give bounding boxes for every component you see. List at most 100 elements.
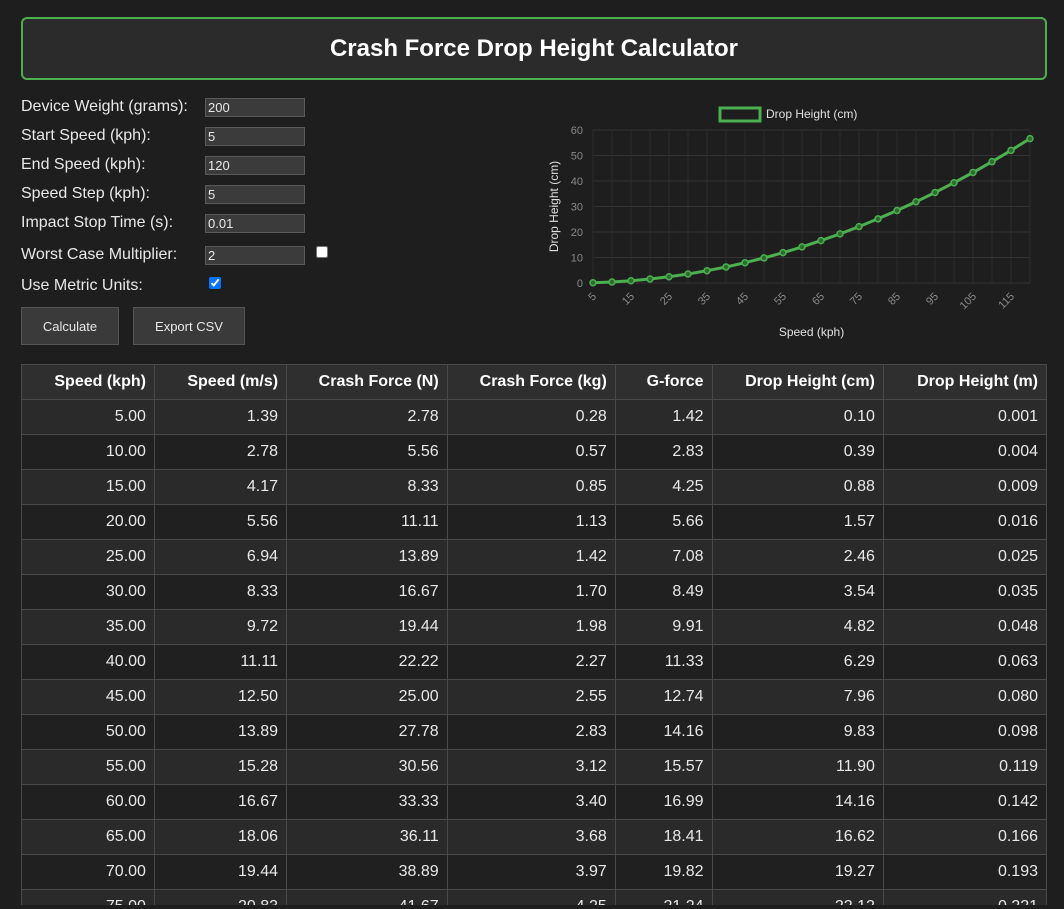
table-cell: 16.67 <box>153 784 288 820</box>
table-cell: 2.46 <box>711 539 884 575</box>
results-table-container: Speed (kph) Speed (m/s) Crash Force (N) Cra… <box>21 364 1047 905</box>
table-cell: 16.99 <box>614 784 713 820</box>
table-cell: 25.00 <box>286 679 448 715</box>
table-cell: 30.00 <box>21 574 155 610</box>
x-tick-label: 35 <box>696 291 713 308</box>
y-tick-label: 30 <box>571 202 583 214</box>
table-cell: 4.25 <box>446 889 616 905</box>
legend-swatch <box>718 106 762 123</box>
data-point <box>722 263 730 271</box>
x-tick-label: 15 <box>620 291 637 308</box>
data-point <box>665 272 673 281</box>
drop-height-chart: 0 10 20 30 40 50 60 5 15 25 35 45 55 65 75 85 95 105 115 Dr… <box>547 106 1034 339</box>
multiplier-checkbox[interactable] <box>316 246 328 258</box>
metric-checkbox[interactable] <box>209 277 221 289</box>
table-cell: 0.080 <box>882 679 1047 715</box>
y-tick-label: 0 <box>577 278 583 290</box>
table-cell: 75.00 <box>21 889 155 905</box>
table-cell: 0.009 <box>882 469 1047 505</box>
data-point <box>912 198 920 206</box>
table-cell: 25.00 <box>21 539 155 575</box>
table-cell: 0.035 <box>882 574 1047 610</box>
table-cell: 9.83 <box>711 714 884 750</box>
data-point <box>1007 146 1015 155</box>
table-cell: 15.28 <box>153 749 288 785</box>
table-cell: 5.56 <box>153 504 288 540</box>
table-cell: 3.68 <box>446 819 616 855</box>
data-point <box>779 248 787 257</box>
table-row: 50.00 13.89 27.78 2.83 14.16 9.83 0.098 <box>21 714 1047 750</box>
x-tick-label: 75 <box>848 291 865 308</box>
x-tick-label: 5 <box>586 291 599 304</box>
metric-row: Use Metric Units: <box>21 275 221 297</box>
end-speed-label: End Speed (kph): <box>21 156 146 173</box>
x-tick-label: 55 <box>772 291 789 308</box>
table-cell: 9.72 <box>153 609 288 645</box>
table-cell: 5.00 <box>21 399 155 435</box>
table-cell: 20.83 <box>153 889 288 905</box>
speed-step-label: Speed Step (kph): <box>21 185 150 202</box>
table-cell: 0.85 <box>446 469 616 505</box>
stop-time-input[interactable] <box>205 213 305 233</box>
end-speed-input[interactable] <box>205 155 305 175</box>
table-cell: 2.78 <box>153 434 288 470</box>
table-cell: 40.00 <box>21 644 155 680</box>
table-cell: 1.70 <box>446 574 616 610</box>
table-cell: 3.97 <box>446 854 616 890</box>
speed-step-input[interactable] <box>205 184 305 204</box>
y-tick-label: 60 <box>571 125 583 137</box>
table-cell: 19.82 <box>614 854 713 890</box>
page-title: Crash Force Drop Height Calculator <box>329 34 739 62</box>
data-point <box>817 236 825 245</box>
table-cell: 2.83 <box>614 434 713 470</box>
table-cell: 11.33 <box>614 644 713 680</box>
table-cell: 11.90 <box>711 749 884 785</box>
table-cell: 3.12 <box>446 749 616 785</box>
calculate-button[interactable]: Calculate <box>21 307 119 345</box>
table-cell: 10.00 <box>21 434 155 470</box>
table-cell: 0.016 <box>882 504 1047 540</box>
table-cell: 0.39 <box>711 434 884 470</box>
column-header: Crash Force (kg) <box>446 364 616 400</box>
table-cell: 0.57 <box>446 434 616 470</box>
start-speed-input[interactable] <box>205 126 305 146</box>
table-row: 20.00 5.56 11.11 1.13 5.66 1.57 0.016 <box>21 504 1047 540</box>
data-point <box>950 178 958 187</box>
table-cell: 22.12 <box>711 889 884 905</box>
table-row: 35.00 9.72 19.44 1.98 9.91 4.82 0.048 <box>21 609 1047 645</box>
x-tick-label: 65 <box>810 291 827 308</box>
stop-time-label: Impact Stop Time (s): <box>21 214 174 231</box>
table-cell: 16.67 <box>286 574 448 610</box>
table-cell: 70.00 <box>21 854 155 890</box>
data-point <box>874 215 882 223</box>
data-point <box>893 206 901 215</box>
data-point <box>798 243 806 251</box>
y-tick-label: 50 <box>571 151 583 163</box>
table-cell: 7.08 <box>614 539 713 575</box>
table-cell: 0.001 <box>882 399 1047 435</box>
table-cell: 8.49 <box>614 574 713 610</box>
table-cell: 15.57 <box>614 749 713 785</box>
table-cell: 4.82 <box>711 609 884 645</box>
series-line <box>592 137 1031 285</box>
x-tick-label: 115 <box>996 291 1017 312</box>
table-cell: 6.29 <box>711 644 884 680</box>
multiplier-row: Worst Case Multiplier: <box>21 244 328 266</box>
x-axis-title: Speed (kph) <box>779 325 844 339</box>
table-cell: 5.56 <box>286 434 448 470</box>
title-panel: Crash Force Drop Height Calculator <box>21 17 1047 80</box>
table-cell: 0.10 <box>711 399 884 435</box>
data-point <box>684 270 692 278</box>
table-cell: 2.78 <box>286 399 448 435</box>
export-csv-button[interactable]: Export CSV <box>133 307 245 345</box>
table-row: 55.00 15.28 30.56 3.12 15.57 11.90 0.119 <box>21 749 1047 785</box>
x-tick-label: 45 <box>734 291 751 308</box>
weight-input[interactable] <box>205 97 305 117</box>
multiplier-input[interactable] <box>205 245 305 265</box>
table-row: 70.00 19.44 38.89 3.97 19.82 19.27 0.193 <box>21 854 1047 890</box>
table-cell: 11.11 <box>286 504 448 540</box>
table-cell: 4.25 <box>614 469 713 505</box>
table-row: 75.0020.8341.674.2521.2422.120.221 <box>21 889 1047 905</box>
table-cell: 13.89 <box>286 539 448 575</box>
start-speed-label: Start Speed (kph): <box>21 127 151 144</box>
